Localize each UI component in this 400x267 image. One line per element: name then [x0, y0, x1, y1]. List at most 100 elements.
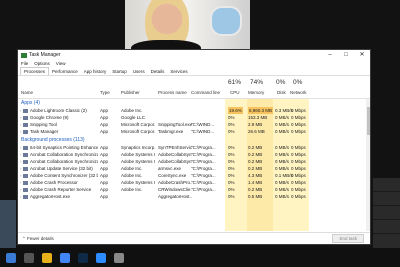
cell-disk: 0 MB/s	[275, 159, 290, 164]
start-icon[interactable]	[6, 252, 16, 263]
close-button[interactable]: ✕	[354, 50, 370, 60]
cell-process: AdobeCollabSyn...	[158, 159, 192, 164]
tab-performance[interactable]: Performance	[49, 68, 81, 75]
network-percent: 0%	[293, 79, 303, 86]
cell-type: App	[100, 187, 109, 192]
cell-cpu: 0%	[228, 180, 235, 185]
side-tile[interactable]	[373, 192, 400, 206]
table-row[interactable]: › AggregatorHost.exe App AggregatorHost... 0…	[18, 193, 370, 200]
tab-processes[interactable]: Processes	[20, 67, 50, 75]
side-tile[interactable]	[373, 206, 400, 220]
zoom-icon[interactable]	[96, 252, 106, 263]
table-row[interactable]: › Acrobat Collaboration Synchroniza... App…	[18, 151, 370, 158]
tab-startup[interactable]: Startup	[109, 68, 130, 75]
table-row[interactable]: › Google Chrome (9) App Google LLC 0% 153.3 M…	[18, 114, 370, 121]
menu-file[interactable]: File	[21, 61, 28, 66]
col-publisher[interactable]: Publisher	[121, 90, 140, 95]
col-network[interactable]: Network	[290, 90, 307, 95]
expand-icon[interactable]: ›	[20, 128, 22, 135]
table-row[interactable]: › Adobe Crash Processor App Adobe Systems I…	[18, 179, 370, 186]
expand-icon[interactable]: ›	[20, 144, 22, 151]
chrome-icon[interactable]	[60, 252, 70, 263]
col-cpu[interactable]: CPU	[230, 90, 240, 95]
process-icon	[23, 159, 28, 164]
side-tile[interactable]	[373, 220, 400, 234]
col-memory[interactable]: Memory	[248, 90, 264, 95]
end-task-button[interactable]: End task	[332, 234, 364, 243]
cell-memory: 26.6 MB	[248, 129, 265, 134]
cell-publisher: Microsoft Corpor...	[121, 129, 155, 134]
cell-name: Acrobat Collaboration Synchroniza...	[30, 152, 98, 157]
process-icon	[23, 108, 28, 113]
col-process-name[interactable]: Process name	[158, 90, 187, 95]
expand-icon[interactable]: ›	[20, 107, 22, 114]
expand-icon[interactable]: ›	[20, 121, 22, 128]
table-row[interactable]: › Acrobat Collaboration Synchroniza... App…	[18, 158, 370, 165]
col-command-line[interactable]: Command line	[191, 90, 220, 95]
cell-command: "C:\WIND...	[191, 122, 215, 127]
cell-disk: 0 MB/s	[275, 145, 290, 150]
expand-icon[interactable]: ›	[20, 165, 22, 172]
menu-view[interactable]: View	[56, 61, 66, 66]
process-icon	[23, 145, 28, 150]
cell-type: App	[100, 108, 109, 113]
expand-icon[interactable]: ›	[20, 151, 22, 158]
cell-command: "C:\Progra...	[191, 180, 216, 185]
cell-disk: 0 MB/s	[275, 180, 290, 185]
fewer-details-link[interactable]: Fewer details	[27, 236, 54, 241]
expand-icon[interactable]: ›	[20, 186, 22, 193]
cell-command: "C:\Progra...	[191, 166, 216, 171]
cell-network: 0 Mbps	[291, 115, 306, 120]
cell-name: Task Manager	[30, 129, 59, 134]
expand-icon[interactable]: ›	[20, 158, 22, 165]
cell-cpu: 0%	[228, 159, 235, 164]
expand-icon[interactable]: ›	[20, 193, 22, 200]
cell-process: AdobeCrashPro...	[158, 180, 192, 185]
table-row[interactable]: › Task Manager App Microsoft Corpor... Taskm…	[18, 128, 370, 135]
cell-name: Snipping Tool	[30, 122, 57, 127]
tab-services[interactable]: Services	[167, 68, 190, 75]
table-row[interactable]: › Acrobat Update Service (32 bit) App Adobe…	[18, 165, 370, 172]
cell-name: AggregatorHost.exe	[30, 194, 71, 199]
cell-publisher: Adobe Systems I...	[121, 152, 155, 157]
col-name[interactable]: Name	[21, 90, 33, 95]
group-header[interactable]: Background processes (113)	[18, 137, 370, 144]
cell-publisher: Adobe Inc.	[121, 173, 143, 178]
table-row[interactable]: › Adobe Content Synchronizer (32 bit) App A…	[18, 172, 370, 179]
expand-icon[interactable]: ›	[20, 172, 22, 179]
lightroom-icon[interactable]	[78, 252, 88, 263]
side-tile[interactable]	[373, 178, 400, 192]
cell-process: AdobeCollabSyn...	[158, 152, 192, 157]
menu-options[interactable]: Options	[34, 61, 50, 66]
folder-icon[interactable]	[42, 252, 52, 263]
cell-memory: 0.2 MB	[248, 145, 263, 150]
cell-memory: 2.9 MB	[248, 122, 263, 127]
table-row[interactable]: › Adobe Lightroom Classic (2) App Adobe Inc…	[18, 107, 370, 114]
expand-icon[interactable]: ›	[20, 114, 22, 121]
table-row[interactable]: › Snipping Tool App Microsoft Corpor... Snip…	[18, 121, 370, 128]
col-type[interactable]: Type	[100, 90, 110, 95]
group-header[interactable]: Apps (4)	[18, 100, 370, 107]
cell-process: AggregatorHost...	[158, 194, 192, 199]
cell-disk: 0 MB/s	[275, 129, 290, 134]
tab-users[interactable]: Users	[130, 68, 148, 75]
cell-network: 0 Mbps	[291, 173, 306, 178]
cell-name: Adobe Crash Processor	[30, 180, 78, 185]
minimize-button[interactable]: –	[322, 50, 338, 60]
app-icon[interactable]	[114, 252, 124, 263]
expand-icon[interactable]: ›	[20, 179, 22, 186]
title-bar: Task Manager – □ ✕	[18, 50, 370, 60]
maximize-button[interactable]: □	[338, 50, 354, 60]
cell-name: Google Chrome (9)	[30, 115, 69, 120]
table-row[interactable]: › Adobe Crash Reporter Service App Adobe In…	[18, 186, 370, 193]
col-disk[interactable]: Disk	[277, 90, 286, 95]
table-row[interactable]: › 64-bit Synaptics Pointing Enhance... App…	[18, 144, 370, 151]
cell-cpu: 0%	[228, 166, 235, 171]
process-icon	[23, 180, 28, 185]
cell-cpu: 19.6%	[228, 107, 243, 114]
cell-cpu: 0%	[228, 152, 235, 157]
tab-app-history[interactable]: App history	[81, 68, 110, 75]
search-icon[interactable]	[24, 252, 34, 263]
tab-details[interactable]: Details	[148, 68, 168, 75]
cell-network: 0 Mbps	[291, 159, 306, 164]
